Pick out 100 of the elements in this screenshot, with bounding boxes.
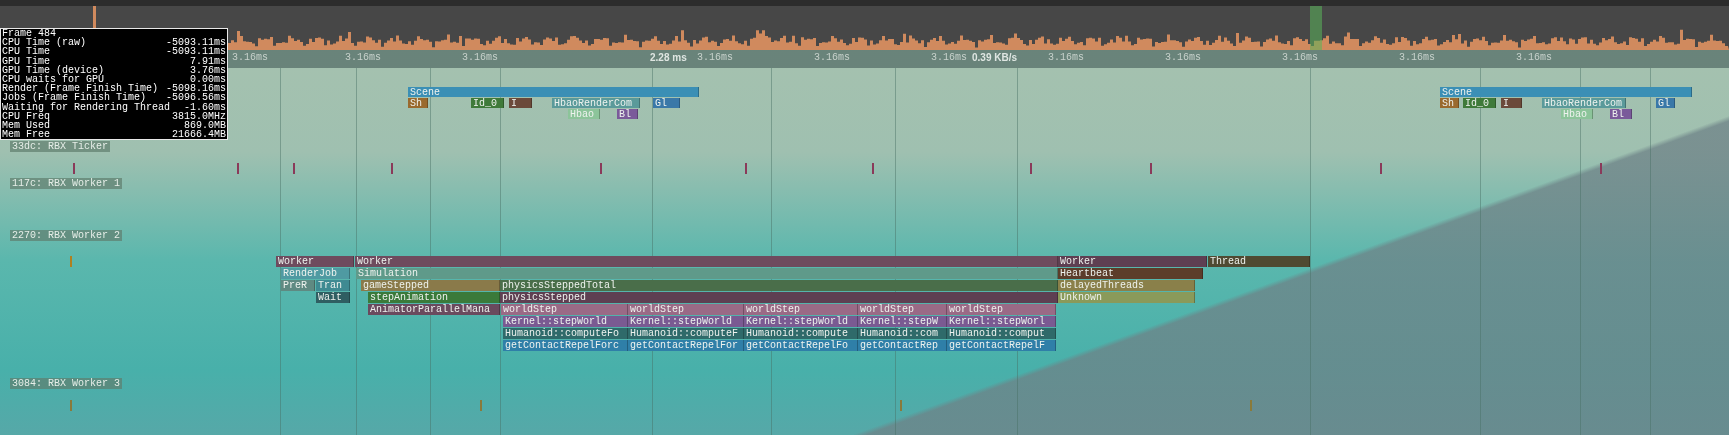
stat-label: CPU Freq [2, 111, 50, 122]
timer-bar: Hbao [1561, 109, 1593, 119]
timer-bar: Id_0 [471, 98, 504, 108]
stat-label: Waiting for Rendering Thread [2, 102, 171, 112]
timer-bar: Sh [408, 98, 428, 108]
timer-bar: getContactRepelFor [628, 340, 744, 351]
stat-value: 21666.4MB [172, 130, 226, 140]
tick-label: 3.16ms [697, 52, 733, 64]
timer-bar: physicsSteppedTotal [500, 280, 1058, 291]
timer-bar: RenderJob [281, 268, 350, 279]
stat-label: CPU Time (raw) [2, 38, 86, 48]
timer-bar: Id_0 [1463, 98, 1496, 108]
timer-bar: Bl [1610, 109, 1632, 119]
stat-value: 869.0MB [184, 121, 226, 131]
timer-bar: stepAnimation [368, 292, 500, 303]
event-mark [480, 400, 482, 411]
thread-label[interactable]: 33dc: RBX Ticker [10, 141, 110, 152]
timer-bar: Heartbeat [1058, 268, 1203, 279]
event-mark [1600, 163, 1602, 174]
event-mark [900, 400, 902, 411]
timer-bar: Kernel::stepWorld [503, 316, 628, 327]
timer-bar: Sh [1440, 98, 1459, 108]
stat-label: Mem Free [2, 130, 50, 140]
tick-label: 2.28 ms [650, 52, 687, 64]
timer-bar: Kernel::stepWorld [628, 316, 744, 327]
stat-label: Mem Used [2, 121, 50, 131]
stat-value: -5096.56ms [166, 93, 226, 103]
timer-bar: Worker [355, 256, 1058, 267]
timer-bar: worldStep [628, 304, 744, 315]
tick-label: 3.16ms [462, 52, 498, 64]
thread-label[interactable]: 2270: RBX Worker 2 [10, 230, 123, 241]
stat-value: 0.00ms [190, 75, 226, 85]
stat-value: 7.91ms [190, 56, 226, 66]
stat-label: CPU Time [2, 47, 50, 57]
timer-bar: Wait [316, 292, 350, 303]
thread-label[interactable]: 117c: RBX Worker 1 [10, 178, 123, 189]
timer-bar: delayedThreads [1058, 280, 1195, 291]
timer-bar: Gl [1656, 98, 1675, 108]
event-mark [293, 163, 295, 174]
event-mark [1250, 400, 1252, 411]
timer-bar: Scene [408, 87, 699, 97]
timer-bar: PreR [281, 280, 315, 291]
tick-label: 3.16ms [1165, 52, 1201, 64]
timer-bar: worldStep [744, 304, 858, 315]
event-mark [600, 163, 602, 174]
event-mark [70, 256, 72, 267]
timer-bar: Bl [617, 109, 638, 119]
stat-value: -1.60ms [184, 102, 226, 112]
event-mark [1150, 163, 1152, 174]
timer-bar: worldStep [858, 304, 947, 315]
event-mark [70, 400, 72, 411]
timer-bar: Gl [653, 98, 680, 108]
timer-bar: Scene [1440, 87, 1692, 97]
tick-label: 3.16ms [1399, 52, 1435, 64]
timer-bar: worldStep [947, 304, 1056, 315]
stat-value: -5093.11ms [166, 47, 226, 57]
stat-value: 3.76ms [190, 65, 226, 75]
timer-bar: Thread [1208, 256, 1310, 267]
tick-label: 0.39 KB/s [972, 52, 1018, 64]
timer-bar: worldStep [501, 304, 628, 315]
event-mark [745, 163, 747, 174]
event-mark [237, 163, 239, 174]
stat-label: GPU Time (device) [2, 65, 105, 75]
timer-bar: gameStepped [361, 280, 500, 291]
timer-bar: Kernel::stepW [858, 316, 947, 327]
event-mark [1030, 163, 1032, 174]
thread-label[interactable]: 3084: RBX Worker 3 [10, 378, 123, 389]
stat-value: -5093.11ms [166, 38, 226, 48]
stat-label: Jobs (Frame Finish Time) [2, 93, 147, 103]
timer-bar: AnimatorParallelMana [368, 304, 500, 315]
timer-bar: getContactRep [858, 340, 947, 351]
stat-value: -5098.16ms [166, 84, 226, 94]
timer-bar: I [509, 98, 532, 108]
timer-bar: getContactRepelF [947, 340, 1056, 351]
timer-bar: Worker [276, 256, 354, 267]
tick-label: 3.16ms [345, 52, 381, 64]
tick-label: 3.16ms [1048, 52, 1084, 64]
timer-bar: HbaoRenderCom [552, 98, 640, 108]
stat-label: GPU Time [2, 56, 50, 66]
timer-bar: physicsStepped [500, 292, 1058, 303]
event-mark [1380, 163, 1382, 174]
timer-bar: Humanoid::computeF [628, 328, 744, 339]
timer-bar: getContactRepelForc [503, 340, 628, 351]
tick-label: 3.16ms [814, 52, 850, 64]
timer-bar: getContactRepelFo [744, 340, 858, 351]
timer-bar: Kernel::stepWorld [744, 316, 858, 327]
timer-bar: Simulation [356, 268, 1058, 279]
event-mark [73, 163, 75, 174]
timer-bar: Kernel::stepWorl [947, 316, 1056, 327]
timer-bar: Humanoid::compute [744, 328, 858, 339]
tick-label: 3.16ms [232, 52, 268, 64]
timer-bar: Humanoid::computeFo [503, 328, 628, 339]
event-mark [872, 163, 874, 174]
stat-value: 3815.0MHz [172, 111, 226, 122]
tick-label: 3.16ms [931, 52, 967, 64]
timer-bar: I [1501, 98, 1522, 108]
timer-bar: Humanoid::com [858, 328, 947, 339]
timer-bar: Hbao [568, 109, 600, 119]
timer-bar: HbaoRenderCom [1542, 98, 1626, 108]
timer-bar: Tran [316, 280, 350, 291]
